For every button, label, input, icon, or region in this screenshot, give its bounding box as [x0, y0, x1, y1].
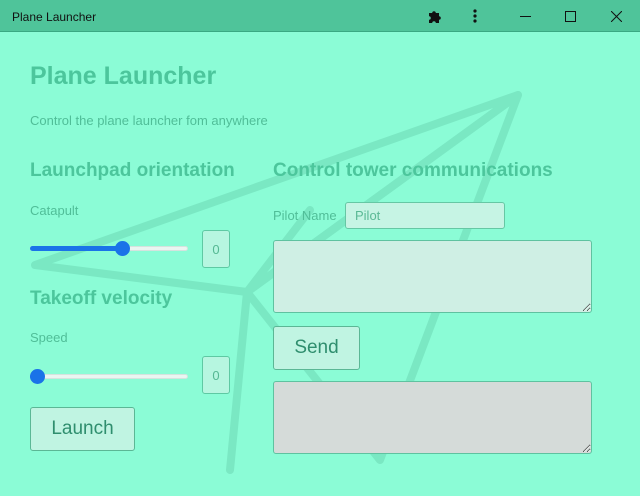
velocity-heading: Takeoff velocity [30, 288, 173, 309]
message-textarea[interactable] [273, 240, 592, 313]
speed-value: 0 [202, 356, 230, 394]
speed-slider[interactable] [30, 366, 188, 386]
catapult-slider[interactable] [30, 238, 188, 258]
maximize-button[interactable] [548, 0, 592, 32]
send-button[interactable]: Send [273, 326, 360, 370]
minimize-button[interactable] [503, 0, 547, 32]
slider-thumb[interactable] [30, 369, 45, 384]
speed-label: Speed [30, 330, 68, 345]
response-log-textarea[interactable] [273, 381, 592, 454]
more-options-button[interactable] [453, 0, 497, 32]
slider-thumb[interactable] [115, 241, 131, 256]
orientation-heading: Launchpad orientation [30, 160, 235, 181]
catapult-value: 0 [202, 230, 230, 268]
slider-track [30, 374, 188, 379]
puzzle-piece-icon [429, 11, 441, 23]
close-button[interactable] [594, 0, 638, 32]
window-titlebar: Plane Launcher [0, 0, 640, 32]
pilot-name-input[interactable] [345, 202, 505, 229]
communications-heading: Control tower communications [273, 160, 553, 181]
window-title: Plane Launcher [12, 10, 97, 24]
minimize-icon [519, 15, 531, 17]
slider-fill [30, 246, 124, 251]
catapult-label: Catapult [30, 203, 79, 218]
page-title: Plane Launcher [30, 62, 217, 90]
maximize-icon [564, 10, 576, 22]
extensions-button[interactable] [413, 0, 457, 32]
pilot-name-label: Pilot Name [273, 208, 337, 223]
close-icon [610, 10, 622, 22]
launch-button[interactable]: Launch [30, 407, 135, 451]
more-vertical-icon [473, 9, 477, 23]
page-subtitle: Control the plane launcher fom anywhere [30, 113, 268, 128]
